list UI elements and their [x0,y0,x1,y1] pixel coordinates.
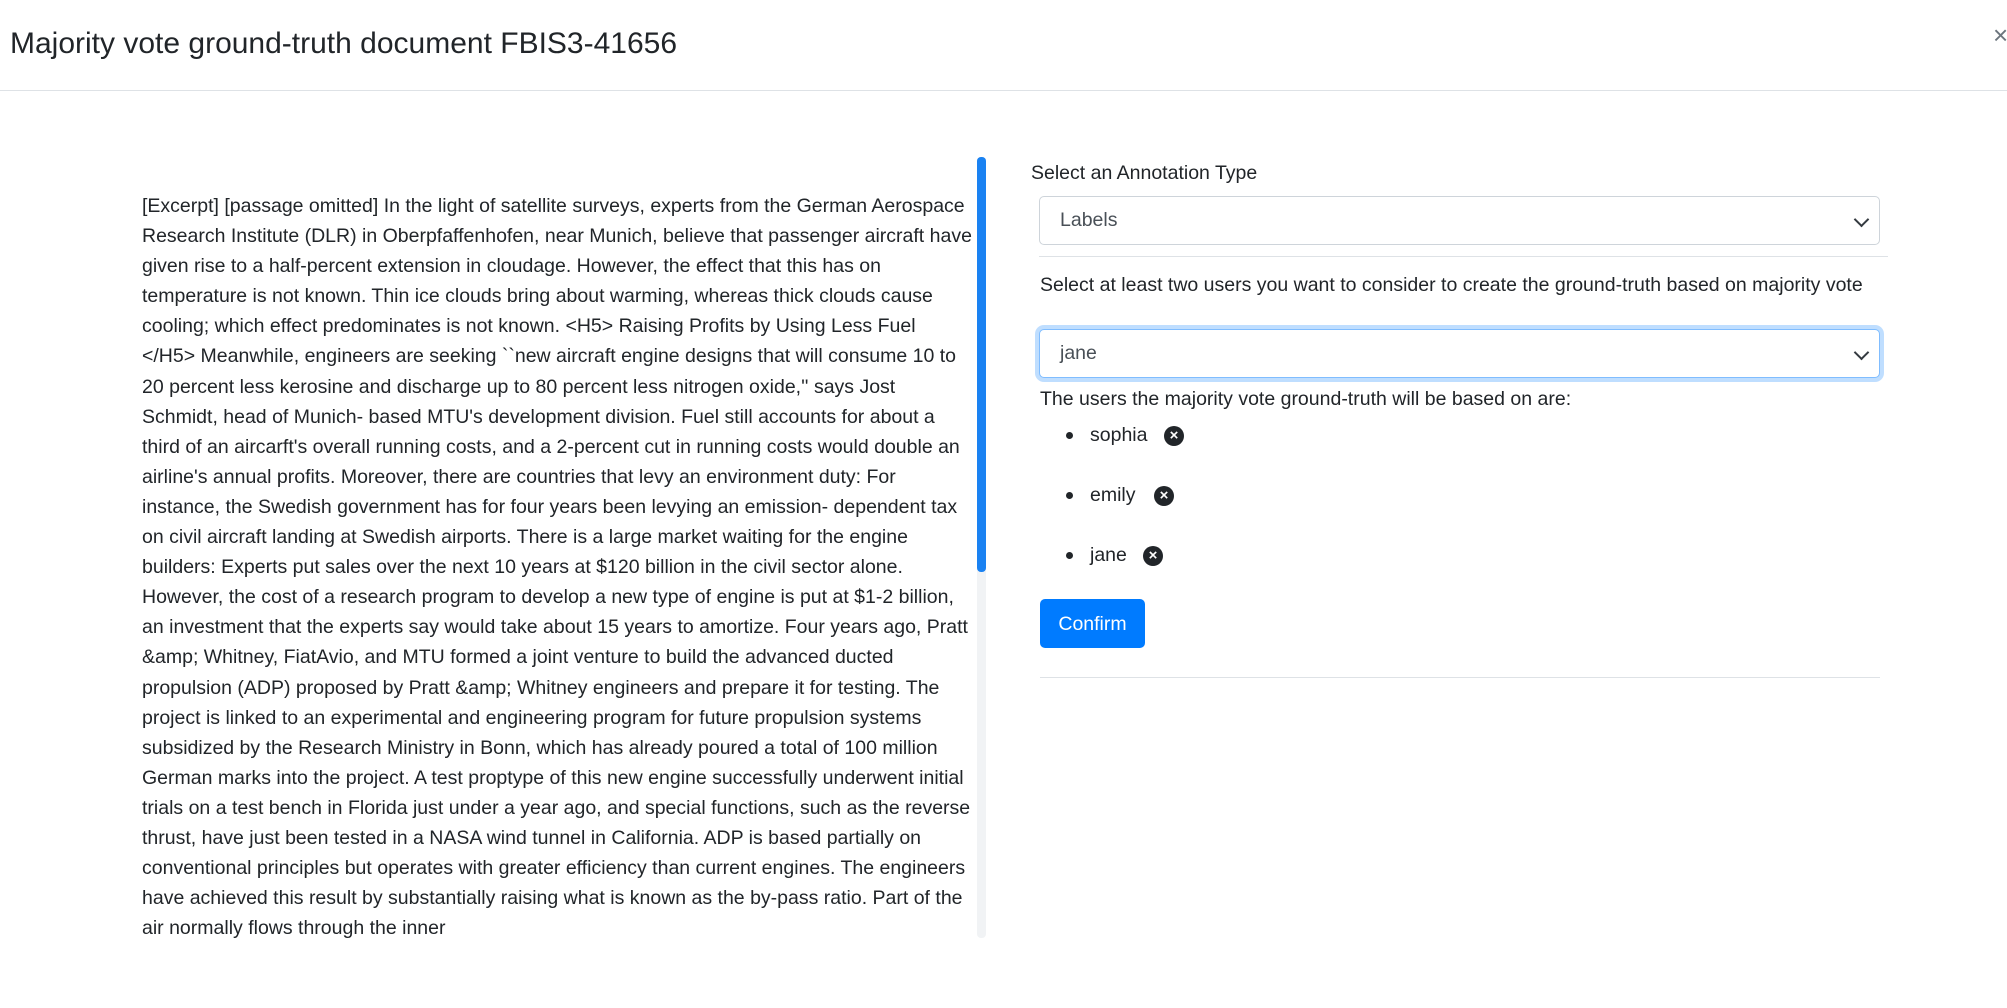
users-prompt: Select at least two users you want to co… [1040,274,1863,296]
bullet [1066,432,1073,439]
annotation-type-value: Labels [1060,209,1118,231]
user-name: jane [1090,544,1127,566]
remove-user-icon[interactable]: × [1164,426,1184,446]
chevron-down-icon [1853,211,1870,228]
bullet [1066,552,1073,559]
bullet [1066,492,1073,499]
close-icon[interactable]: × [1993,22,2007,48]
divider [1040,677,1880,678]
document-text: [Excerpt] [passage omitted] In the light… [142,195,972,938]
remove-user-icon[interactable]: × [1154,486,1174,506]
scrollbar-thumb[interactable] [977,157,986,572]
chevron-down-icon [1853,344,1870,361]
users-select-value: jane [1060,342,1097,364]
document-scrollbar[interactable] [977,157,986,938]
selected-users-list: sophia × emily × jane × [1031,420,1431,570]
user-name: emily [1090,484,1136,506]
annotation-type-select[interactable]: Labels [1039,196,1880,245]
modal-title: Majority vote ground-truth document FBIS… [10,27,678,60]
annotation-type-label: Select an Annotation Type [1031,162,1258,184]
users-select[interactable]: jane [1039,329,1880,378]
modal-header: Majority vote ground-truth document FBIS… [0,0,2007,91]
remove-user-icon[interactable]: × [1143,546,1163,566]
selected-users-heading: The users the majority vote ground-truth… [1040,388,1572,410]
document-panel[interactable]: [Excerpt] [passage omitted] In the light… [130,157,988,938]
user-name: sophia [1090,424,1148,446]
divider [1039,256,1888,257]
confirm-button[interactable]: Confirm [1040,599,1145,648]
